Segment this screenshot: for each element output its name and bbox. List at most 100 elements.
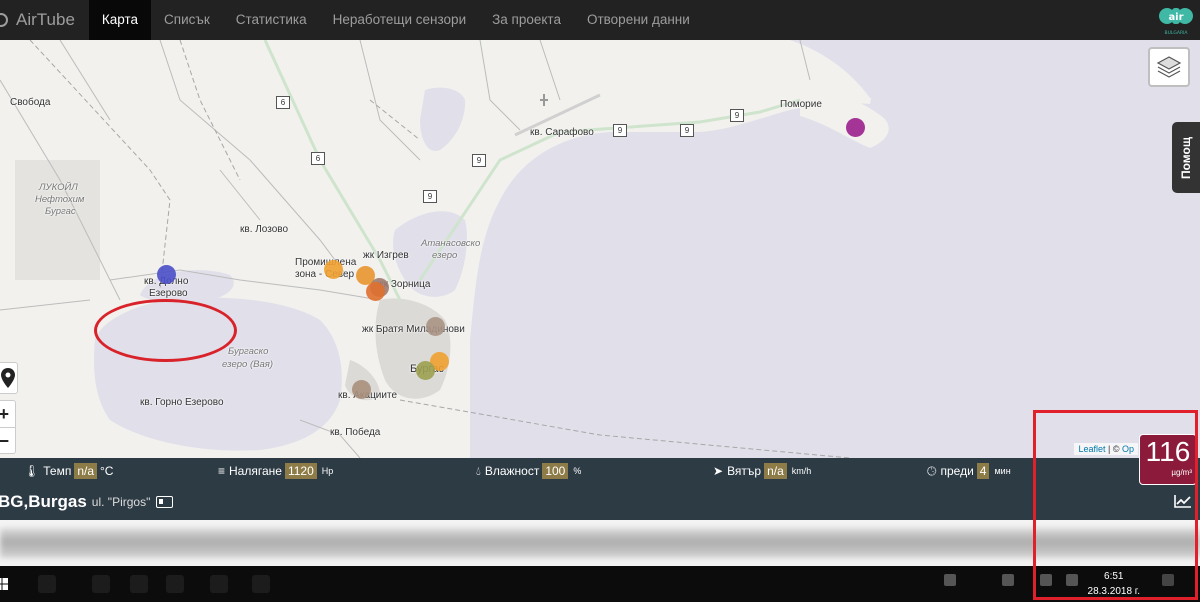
place-dolno-ezerovo-2: Езерово bbox=[149, 288, 188, 299]
notification-icon[interactable] bbox=[1162, 574, 1174, 586]
pressure-value: 1120 bbox=[284, 463, 317, 479]
brand-name: AirTube bbox=[16, 10, 75, 29]
place-atanasovsko-2: езеро bbox=[432, 250, 458, 261]
sensor-city: BG,Burgas bbox=[0, 492, 87, 511]
taskbar-app-icon[interactable] bbox=[252, 575, 270, 593]
help-tab[interactable]: Помощ bbox=[1172, 122, 1200, 193]
road-number: 9 bbox=[680, 124, 694, 137]
road-number: 9 bbox=[613, 124, 627, 137]
tray-icon[interactable] bbox=[1002, 574, 1014, 586]
zoom-control: + − bbox=[0, 400, 16, 454]
road-number: 9 bbox=[423, 190, 437, 203]
sensor-metrics: 🌡︎ Темп n/a °C ≡ Налягане 1120 Hp 💧︎ Вла… bbox=[0, 458, 1200, 486]
clock-icon: 🕓︎ bbox=[927, 463, 937, 478]
droplet-icon: 💧︎ bbox=[476, 463, 481, 478]
temperature-value: n/a bbox=[74, 463, 97, 479]
pressure-metric: ≡ Налягане 1120 Hp bbox=[218, 463, 333, 479]
zoom-in-button[interactable]: + bbox=[0, 401, 15, 427]
road-number: 9 bbox=[730, 109, 744, 122]
pm-value-badge[interactable]: 116 µg/m³ bbox=[1139, 434, 1197, 485]
sensor-marker[interactable] bbox=[324, 260, 343, 279]
sensor-street: ul. "Pirgos" bbox=[91, 495, 151, 509]
sensor-marker[interactable] bbox=[157, 265, 176, 284]
humidity-unit: % bbox=[573, 466, 582, 476]
humidity-label: Влажност bbox=[484, 464, 540, 478]
nav-broken-sensors[interactable]: Неработещи сензори bbox=[320, 0, 479, 40]
zoom-out-button[interactable]: − bbox=[0, 427, 15, 453]
road-number: 6 bbox=[311, 152, 325, 165]
temperature-metric: 🌡︎ Темп n/a °C bbox=[24, 463, 113, 479]
updated-ago-unit: мин bbox=[994, 466, 1011, 476]
taskbar-app-icon[interactable] bbox=[92, 575, 110, 593]
updated-ago-metric: 🕓︎ преди 4 мин bbox=[927, 463, 1011, 479]
taskbar-app-icon[interactable] bbox=[166, 575, 184, 593]
place-lozovo: кв. Лозово bbox=[240, 224, 289, 235]
air-logo-text: air bbox=[1168, 12, 1183, 23]
place-gorno-ezerovo: кв. Горно Езерово bbox=[140, 397, 224, 408]
os-taskbar: 6:51 28.3.2018 г. bbox=[0, 566, 1200, 602]
pm-value: 116 bbox=[1145, 436, 1191, 467]
nav-about[interactable]: За проекта bbox=[479, 0, 574, 40]
place-pobeda: кв. Победа bbox=[330, 427, 381, 438]
taskbar-app-icon[interactable] bbox=[210, 575, 228, 593]
place-lukoil: ЛУКОЙЛ bbox=[39, 182, 78, 193]
place-svoboda: Свобода bbox=[10, 97, 51, 108]
place-lukoil-burgas: Бургас bbox=[45, 206, 76, 217]
airtube-app: AirTube Карта Списък Статистика Неработе… bbox=[0, 0, 1200, 602]
updated-ago-label: преди bbox=[940, 464, 974, 478]
wind-label: Вятър bbox=[727, 464, 762, 478]
wind-unit: km/h bbox=[791, 466, 812, 476]
map-pin-icon bbox=[1, 368, 15, 388]
database-icon: ≡ bbox=[218, 464, 226, 478]
place-neftohim: Нефтохим bbox=[35, 194, 85, 205]
road-number: 6 bbox=[276, 96, 290, 109]
nav-statistics[interactable]: Статистика bbox=[223, 0, 320, 40]
nav-open-data[interactable]: Отворени данни bbox=[574, 0, 703, 40]
sensor-location: BG,Burgas ul. "Pirgos" bbox=[0, 488, 174, 516]
humidity-value: 100 bbox=[542, 463, 569, 479]
temperature-unit: °C bbox=[100, 464, 114, 478]
sensor-info-panel: 🌡︎ Темп n/a °C ≡ Налягане 1120 Hp 💧︎ Вла… bbox=[0, 434, 1200, 520]
pressure-label: Налягане bbox=[229, 464, 282, 478]
sensor-marker[interactable] bbox=[352, 380, 371, 399]
line-chart-icon[interactable] bbox=[1174, 494, 1192, 508]
place-pomorie: Поморие bbox=[780, 99, 822, 110]
top-navbar: AirTube Карта Списък Статистика Неработе… bbox=[0, 0, 1200, 40]
brand-logo-icon bbox=[0, 13, 8, 27]
thermometer-icon: 🌡︎ bbox=[24, 464, 40, 478]
taskbar-app-icon[interactable] bbox=[38, 575, 56, 593]
taskbar-time: 6:51 bbox=[1104, 571, 1124, 582]
nav-list[interactable]: Списък bbox=[151, 0, 223, 40]
brand-link[interactable]: AirTube bbox=[0, 0, 89, 40]
taskbar-date: 28.3.2018 г. bbox=[1087, 586, 1140, 597]
taskbar-app-icon[interactable] bbox=[130, 575, 148, 593]
temperature-label: Темп bbox=[43, 464, 72, 478]
map-view[interactable]: Свобода ЛУКОЙЛ Нефтохим Бургас кв. Лозов… bbox=[0, 40, 1200, 458]
sensor-marker[interactable] bbox=[366, 282, 385, 301]
sensor-marker[interactable] bbox=[416, 361, 435, 380]
humidity-metric: 💧︎ Влажност 100 % bbox=[476, 463, 581, 479]
map-attribution: Leaflet | © Op bbox=[1074, 443, 1138, 455]
place-burgas-lake-2: езеро (Вая) bbox=[222, 359, 273, 370]
leaflet-link[interactable]: Leaflet bbox=[1078, 444, 1105, 454]
place-bratya-miladinovi: жк Братя Миладинови bbox=[362, 324, 465, 335]
windows-start-icon[interactable] bbox=[0, 578, 8, 590]
attribution-separator: | © bbox=[1107, 444, 1120, 454]
tray-icon[interactable] bbox=[944, 574, 956, 586]
nav-map[interactable]: Карта bbox=[88, 0, 152, 40]
tray-icon[interactable] bbox=[1040, 574, 1052, 586]
wind-value: n/a bbox=[764, 463, 787, 479]
taskbar-clock[interactable]: 6:51 28.3.2018 г. bbox=[1088, 569, 1140, 599]
paper-plane-icon: ➤ bbox=[713, 464, 724, 478]
sensor-marker[interactable] bbox=[846, 118, 865, 137]
id-card-icon[interactable] bbox=[156, 496, 174, 508]
sensor-marker[interactable] bbox=[426, 317, 445, 336]
help-tab-label: Помощ bbox=[1179, 136, 1193, 179]
air-bulgaria-logo[interactable]: air BULGARIA bbox=[1158, 3, 1194, 37]
osm-link[interactable]: Op bbox=[1122, 444, 1134, 454]
blurred-content bbox=[0, 528, 1200, 558]
tray-icon[interactable] bbox=[1066, 574, 1078, 586]
layers-control-button[interactable] bbox=[1148, 47, 1190, 87]
locate-button[interactable] bbox=[0, 362, 18, 394]
road-number: 9 bbox=[472, 154, 486, 167]
